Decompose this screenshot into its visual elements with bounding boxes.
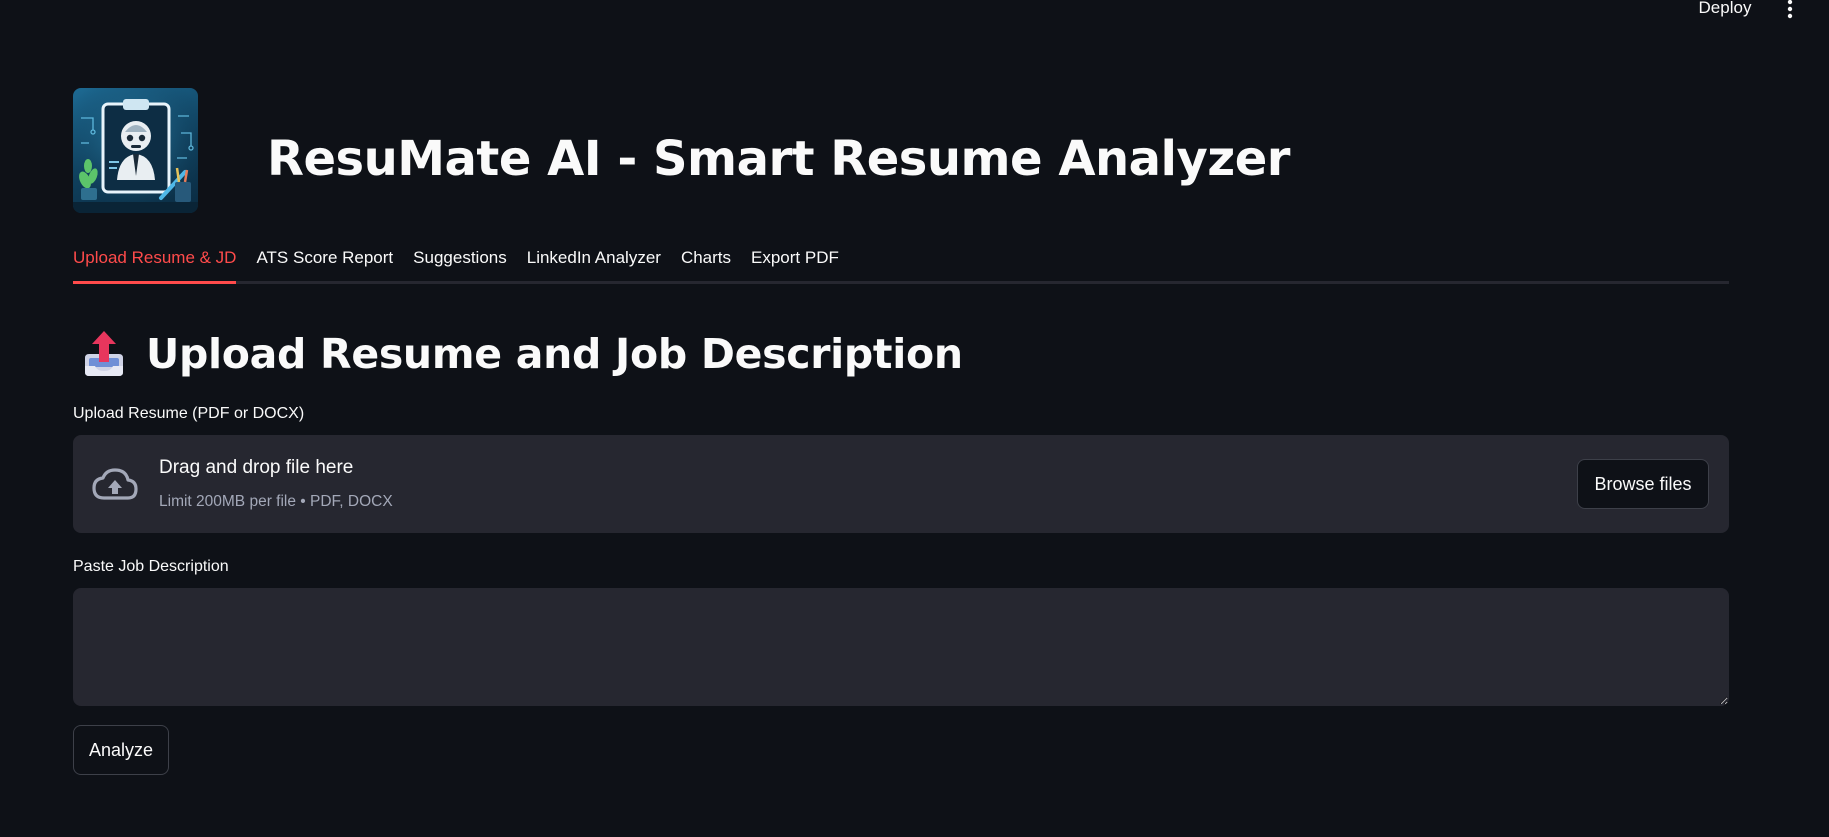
tab-export-pdf[interactable]: Export PDF	[751, 240, 839, 284]
section-heading: Upload Resume and Job Description	[80, 322, 963, 386]
tab-charts[interactable]: Charts	[681, 240, 731, 284]
outbox-tray-icon	[80, 328, 128, 380]
dropzone-instruction: Drag and drop file here	[159, 457, 354, 478]
tab-ats-score-report[interactable]: ATS Score Report	[256, 240, 393, 284]
tab-bar: Upload Resume & JD ATS Score Report Sugg…	[73, 240, 1729, 286]
tab-linkedin-analyzer[interactable]: LinkedIn Analyzer	[527, 240, 661, 284]
analyze-button[interactable]: Analyze	[73, 725, 169, 775]
kebab-menu-icon[interactable]	[1778, 0, 1802, 22]
tab-suggestions[interactable]: Suggestions	[413, 240, 507, 284]
job-description-textarea[interactable]	[73, 588, 1729, 706]
job-description-label: Paste Job Description	[73, 558, 229, 575]
resume-upload-label: Upload Resume (PDF or DOCX)	[73, 405, 305, 422]
cloud-upload-icon	[91, 465, 139, 503]
app-title: ResuMate AI - Smart Resume Analyzer	[267, 131, 1290, 187]
app-header: Deploy	[0, 0, 1829, 24]
resume-dropzone[interactable]: Drag and drop file here Limit 200MB per …	[73, 435, 1729, 533]
tab-upload-resume-jd[interactable]: Upload Resume & JD	[73, 240, 237, 284]
section-title: Upload Resume and Job Description	[146, 330, 963, 378]
dropzone-limit-text: Limit 200MB per file • PDF, DOCX	[159, 493, 393, 510]
deploy-button[interactable]: Deploy	[1690, 0, 1760, 22]
app-logo	[73, 88, 198, 213]
browse-files-button[interactable]: Browse files	[1577, 459, 1709, 509]
